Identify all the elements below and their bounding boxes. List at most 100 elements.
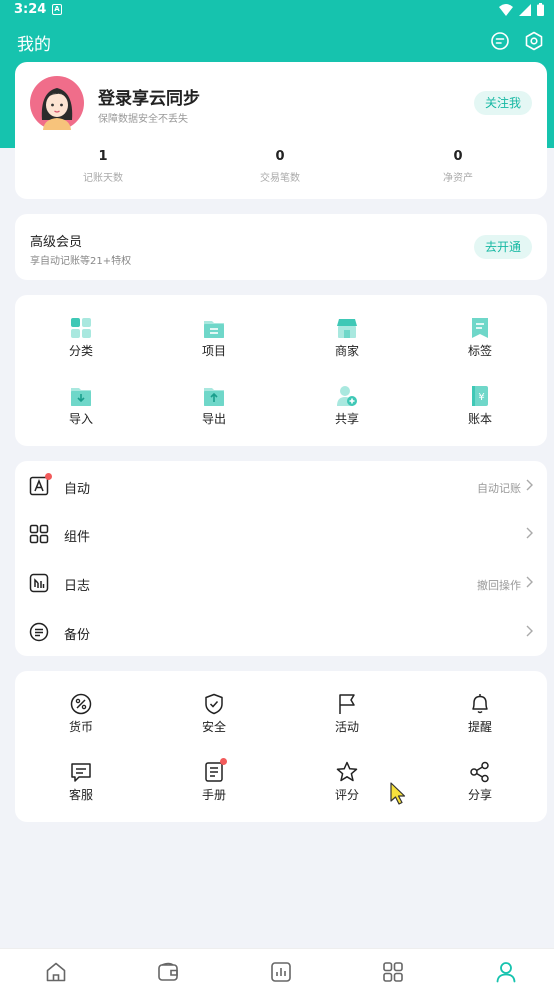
- stat-label: 净资产: [443, 173, 473, 184]
- feature-project[interactable]: 项目: [179, 317, 249, 359]
- ledger-icon: ¥: [472, 386, 488, 406]
- feature-label: 导出: [201, 412, 226, 426]
- currency-icon: [70, 693, 92, 715]
- login-title[interactable]: 登录享云同步: [98, 84, 200, 109]
- tool-security[interactable]: 安全: [179, 693, 249, 735]
- tool-reminder[interactable]: 提醒: [445, 693, 515, 735]
- list-row-label: 日志: [64, 579, 91, 594]
- tool-label: 评分: [334, 788, 359, 802]
- apps-icon[interactable]: [382, 961, 404, 983]
- tool-label: 客服: [68, 788, 93, 802]
- category-icon: [71, 318, 91, 338]
- tool-share[interactable]: 分享: [445, 761, 515, 803]
- stat-value: 0: [275, 149, 285, 164]
- stat-value: 1: [98, 149, 108, 164]
- feature-tag[interactable]: 标签: [445, 317, 515, 359]
- merchant-icon: [337, 319, 357, 338]
- list-row-backup[interactable]: 备份: [15, 608, 547, 656]
- list-row-value: 自动记账: [477, 482, 521, 495]
- settings-icon[interactable]: [524, 31, 544, 51]
- follow-button[interactable]: 关注我: [473, 91, 532, 115]
- feature-category[interactable]: 分类: [46, 317, 116, 359]
- system-icons: [499, 3, 544, 16]
- star-icon: [336, 761, 358, 782]
- share-icon: [470, 761, 489, 783]
- export-icon: [204, 388, 224, 406]
- tool-label: 提醒: [467, 720, 492, 734]
- stat-label: 交易笔数: [260, 173, 300, 184]
- shield-icon: [205, 693, 223, 715]
- chevron-right-icon: [526, 576, 533, 588]
- profile-icon[interactable]: [495, 961, 517, 983]
- notification-dot: [220, 758, 227, 765]
- notification-dot: [45, 473, 52, 480]
- wifi-icon: [499, 3, 513, 16]
- bottom-navigation: [0, 948, 554, 992]
- stat-label: 记账天数: [83, 173, 123, 184]
- settings-list-card: 自动 自动记账 组件 日志 撤回操作 备份: [15, 461, 547, 656]
- list-row-log[interactable]: 日志 撤回操作: [15, 559, 547, 607]
- tool-activity[interactable]: 活动: [312, 693, 382, 735]
- feature-label: 共享: [334, 412, 359, 426]
- feature-export[interactable]: 导出: [179, 385, 249, 427]
- feature-label: 导入: [68, 412, 93, 426]
- activate-vip-button[interactable]: 去开通: [473, 235, 532, 259]
- bell-icon: [472, 694, 488, 714]
- tool-rating[interactable]: 评分: [312, 761, 382, 803]
- chevron-right-icon: [526, 479, 533, 491]
- share-user-icon: [337, 386, 357, 406]
- list-row-value: 撤回操作: [477, 579, 521, 592]
- status-bar: 3:24 A: [0, 0, 554, 20]
- home-icon[interactable]: [45, 961, 67, 983]
- vip-subtitle: 享自动记账等21+特权: [30, 256, 132, 267]
- feature-label: 标签: [467, 344, 492, 358]
- log-icon: [29, 573, 49, 593]
- feature-share-user[interactable]: 共享: [312, 385, 382, 427]
- tool-label: 安全: [201, 720, 226, 734]
- avatar[interactable]: [30, 76, 84, 130]
- tool-currency[interactable]: 货币: [46, 693, 116, 735]
- message-icon[interactable]: [490, 31, 510, 51]
- profile-card[interactable]: 登录享云同步 保障数据安全不丢失 关注我 1 记账天数 0 交易笔数 0 净资产: [15, 62, 547, 199]
- import-icon: [71, 388, 91, 406]
- list-row-auto[interactable]: 自动 自动记账: [15, 462, 547, 510]
- tag-icon: [472, 318, 488, 338]
- notification-icon: A: [52, 4, 62, 15]
- tool-label: 手册: [201, 788, 226, 802]
- tool-label: 货币: [68, 720, 93, 734]
- tool-label: 分享: [467, 788, 492, 802]
- stat-value: 0: [453, 149, 463, 164]
- signal-icon: [519, 3, 531, 16]
- list-row-widget[interactable]: 组件: [15, 510, 547, 558]
- chevron-right-icon: [526, 527, 533, 539]
- stat-net-assets: 0 净资产: [408, 149, 508, 184]
- svg-text:¥: ¥: [478, 392, 484, 403]
- vip-card[interactable]: 高级会员 享自动记账等21+特权 去开通: [15, 214, 547, 280]
- feature-label: 分类: [68, 344, 93, 358]
- tool-customer-service[interactable]: 客服: [46, 761, 116, 803]
- stat-bookkeeping-days: 1 记账天数: [53, 149, 153, 184]
- flag-icon: [339, 694, 355, 714]
- login-subtitle: 保障数据安全不丢失: [98, 114, 188, 125]
- feature-merchant[interactable]: 商家: [312, 317, 382, 359]
- tools-card: 货币 安全 活动 提醒 客服 手册 评分 分享: [15, 671, 547, 822]
- status-time: 3:24: [14, 2, 47, 17]
- stat-transactions: 0 交易笔数: [230, 149, 330, 184]
- chart-icon[interactable]: [270, 961, 292, 983]
- chat-icon: [71, 763, 91, 782]
- list-row-label: 备份: [64, 628, 91, 643]
- vip-title: 高级会员: [30, 235, 83, 250]
- widget-icon: [29, 524, 49, 544]
- project-icon: [204, 321, 224, 338]
- list-row-label: 自动: [64, 482, 91, 497]
- wallet-icon[interactable]: [157, 961, 179, 983]
- chevron-right-icon: [526, 625, 533, 637]
- feature-import[interactable]: 导入: [46, 385, 116, 427]
- page-title: 我的: [17, 35, 51, 55]
- feature-ledger[interactable]: ¥ 账本: [445, 385, 515, 427]
- tool-manual[interactable]: 手册: [179, 758, 249, 803]
- feature-label: 商家: [334, 344, 359, 358]
- cursor-icon: [390, 782, 406, 805]
- feature-label: 项目: [201, 344, 226, 358]
- feature-label: 账本: [467, 412, 492, 426]
